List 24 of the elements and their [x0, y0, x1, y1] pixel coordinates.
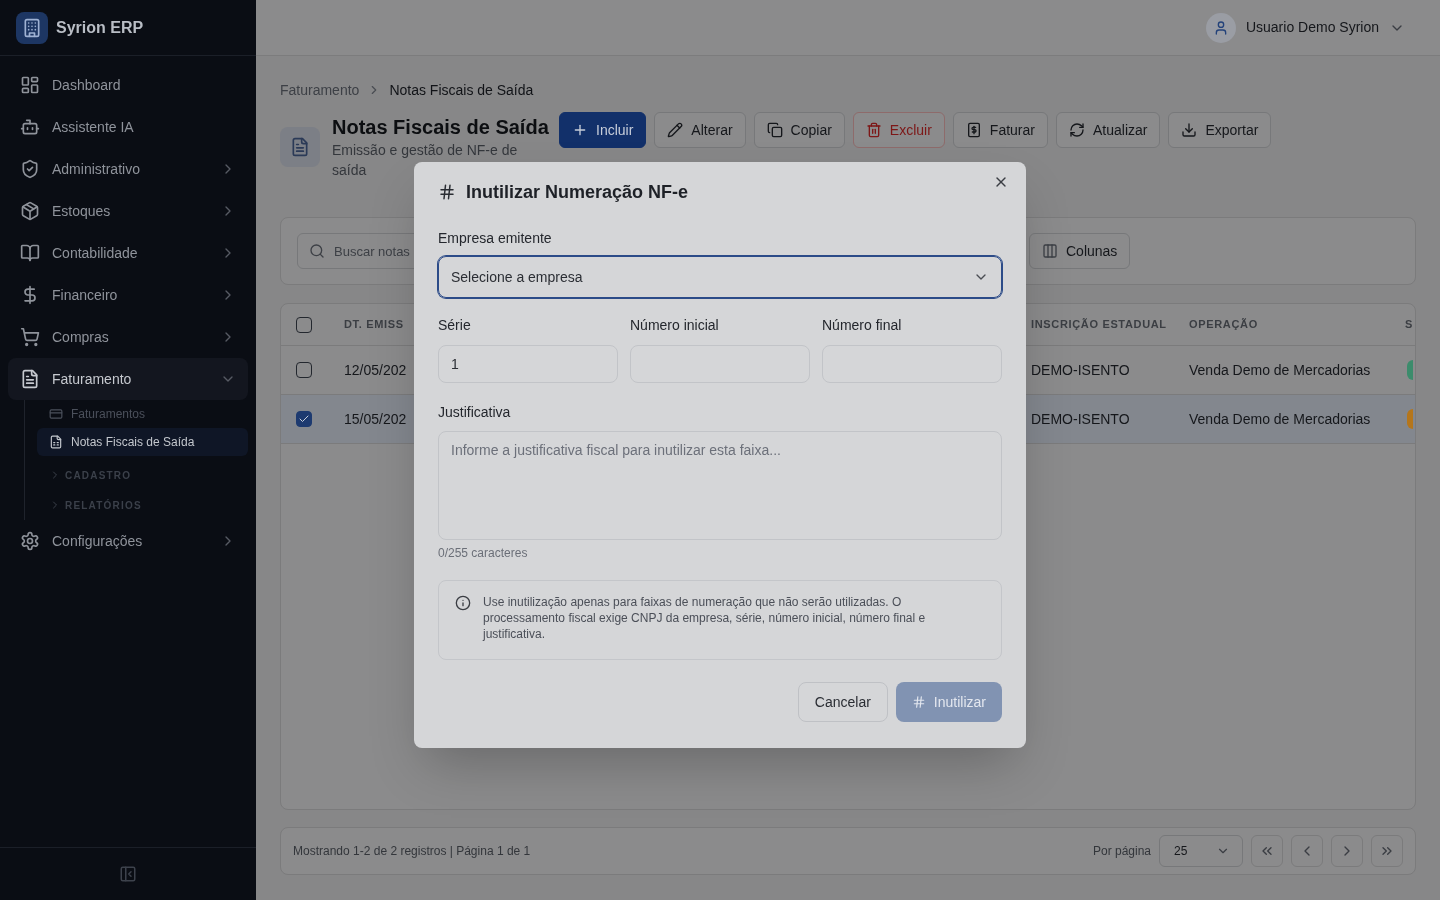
breadcrumb-current: Notas Fiscais de Saída	[389, 80, 534, 100]
table-cell-text: Venda Demo de Mercadorias	[1189, 409, 1371, 429]
column-header: OPERAÇÃO	[1189, 317, 1258, 333]
field-label: Empresa emitente	[438, 229, 552, 248]
table-cell-text: Venda Demo de Mercadorias	[1189, 360, 1371, 380]
brand-name: Syrion ERP	[56, 17, 144, 38]
character-counter: 0/255 caracteres	[438, 545, 528, 561]
pagination-summary: Mostrando 1-2 de 2 registros | Página 1 de 1	[293, 843, 531, 860]
per-page-label: Por página	[1092, 843, 1151, 860]
table-cell-text: DEMO-ISENTO	[1031, 409, 1130, 429]
field-label: Número final	[822, 316, 902, 335]
field-label: Série	[438, 316, 471, 335]
dialog-title: Inutilizar Numeração NF-e	[466, 180, 689, 204]
page-subtitle: Emissão e gestão de NF-e de saída	[332, 141, 519, 180]
field-label: Número inicial	[630, 316, 719, 335]
table-cell-text: 12/05/202	[344, 360, 407, 380]
field-label: Justificativa	[438, 403, 511, 422]
table-cell-text: 15/05/202	[344, 409, 407, 429]
table-cell-text: DEMO-ISENTO	[1031, 360, 1130, 380]
column-header: DT. EMISS	[344, 317, 404, 333]
column-header: INSCRIÇÃO ESTADUAL	[1031, 317, 1167, 333]
page-title: Notas Fiscais de Saída	[332, 115, 549, 140]
column-header: S	[1405, 317, 1413, 333]
info-text: Use inutilização apenas para faixas de numeração que não serão utilizadas. O processamento fiscal exige CNPJ da empresa, série, número inicial, número final e justificativa.	[483, 594, 927, 642]
